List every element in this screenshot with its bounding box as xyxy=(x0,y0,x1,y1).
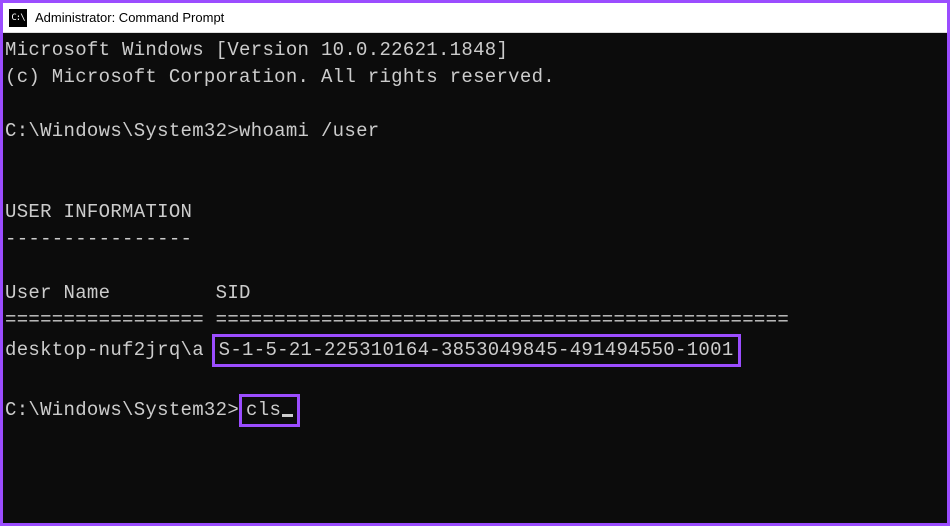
command-cls: cls xyxy=(246,399,281,421)
divider-sid: ========================================… xyxy=(216,309,789,331)
window-title: Administrator: Command Prompt xyxy=(35,10,224,25)
sid-highlight: S-1-5-21-225310164-3853049845-491494550-… xyxy=(212,334,741,367)
prompt: C:\Windows\System32> xyxy=(5,120,239,142)
column-username: User Name xyxy=(5,282,110,304)
cmd-icon: C:\ xyxy=(9,9,27,27)
terminal-area[interactable]: Microsoft Windows [Version 10.0.22621.18… xyxy=(3,33,947,523)
sid-value: S-1-5-21-225310164-3853049845-491494550-… xyxy=(219,339,734,361)
cls-highlight: cls xyxy=(239,394,300,427)
column-sid: SID xyxy=(216,282,251,304)
cursor xyxy=(282,414,293,417)
divider-username: ================= xyxy=(5,309,204,331)
window-frame: C:\ Administrator: Command Prompt Micros… xyxy=(0,0,950,526)
user-info-underline: ---------------- xyxy=(5,228,192,250)
user-info-header: USER INFORMATION xyxy=(5,201,192,223)
titlebar[interactable]: C:\ Administrator: Command Prompt xyxy=(3,3,947,33)
prompt: C:\Windows\System32> xyxy=(5,399,239,421)
username-value: desktop-nuf2jrq\a xyxy=(5,339,204,361)
copyright-line: (c) Microsoft Corporation. All rights re… xyxy=(5,66,555,88)
version-line: Microsoft Windows [Version 10.0.22621.18… xyxy=(5,39,508,61)
command-whoami: whoami /user xyxy=(239,120,379,142)
